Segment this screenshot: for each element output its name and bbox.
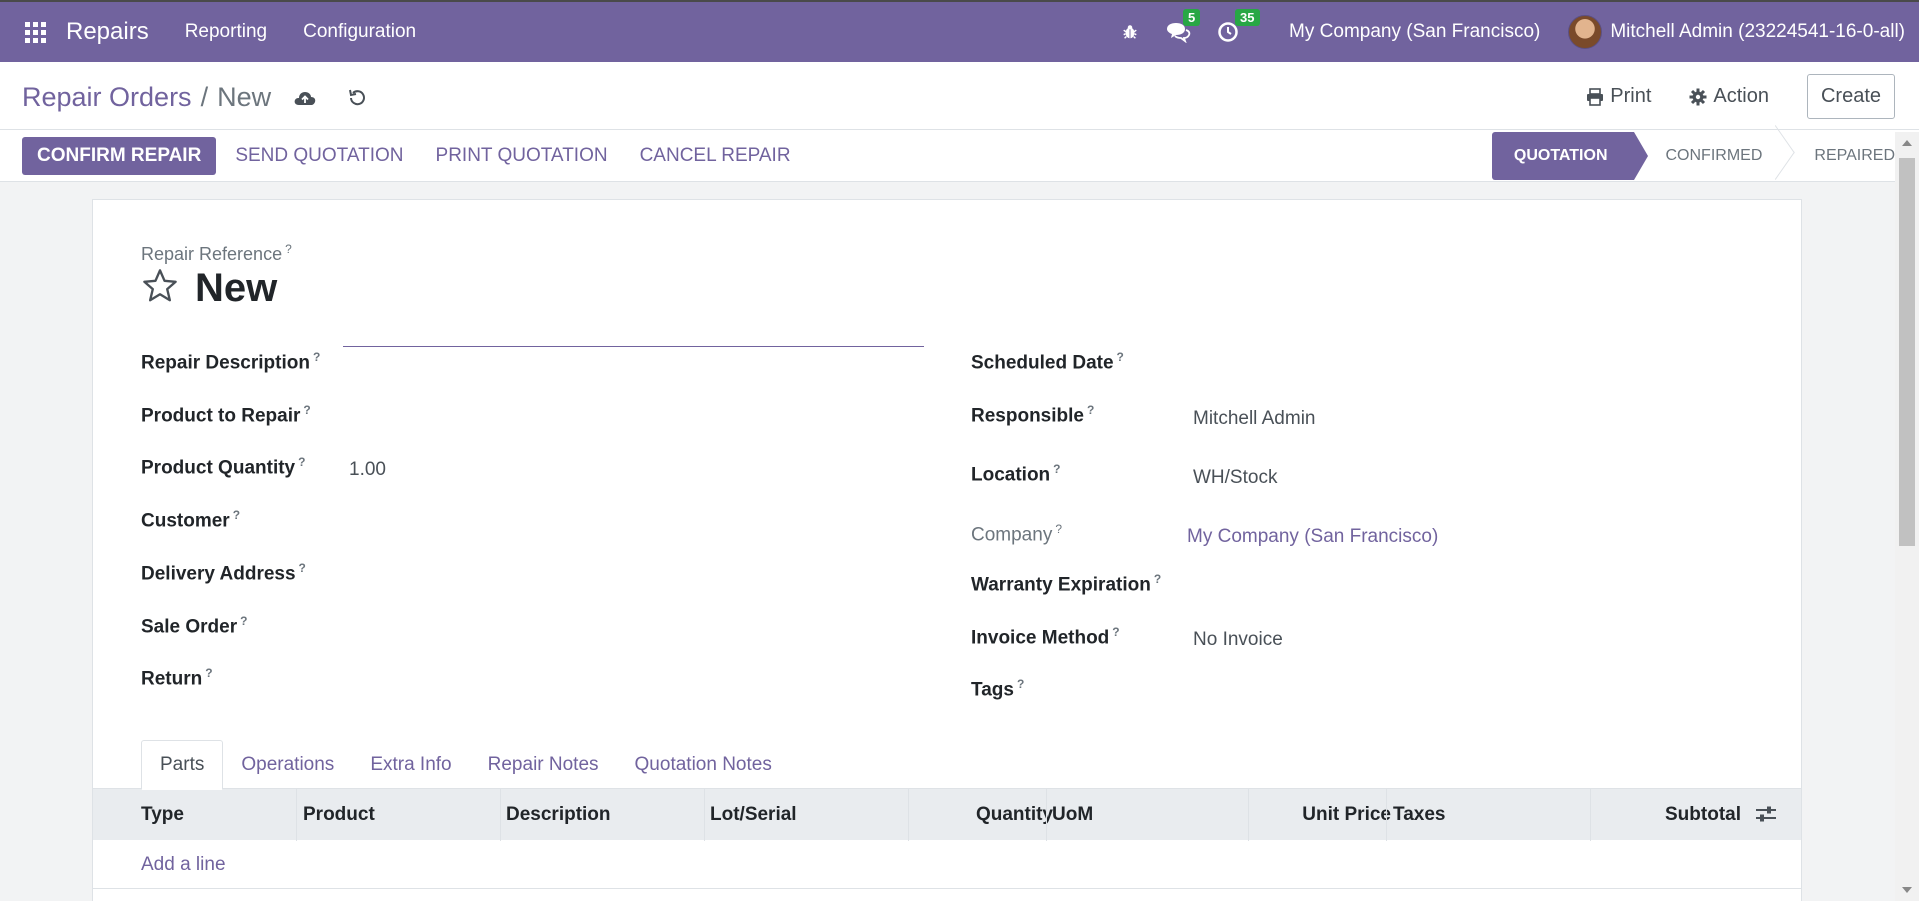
printer-icon xyxy=(1587,87,1604,106)
parts-table-header: Type Product Description Lot/Serial Quan… xyxy=(93,788,1801,841)
discard-undo-icon[interactable] xyxy=(347,88,367,108)
messages-chat-icon[interactable]: 5 xyxy=(1165,9,1201,43)
optional-columns-sliders-icon[interactable] xyxy=(1755,805,1777,828)
breadcrumb-separator: / xyxy=(200,82,209,112)
form-sheet: Repair Reference? New Repair Description… xyxy=(92,199,1802,901)
customer-input[interactable] xyxy=(343,501,924,531)
invoice-method-label: Invoice Method? xyxy=(971,625,1120,649)
user-avatar[interactable] xyxy=(1568,15,1603,49)
activities-badge: 35 xyxy=(1235,9,1260,26)
app-brand[interactable]: Repairs xyxy=(66,18,149,46)
print-quotation-button[interactable]: PRINT QUOTATION xyxy=(421,137,623,175)
page-scrollbar[interactable] xyxy=(1895,132,1919,901)
invoice-method-select[interactable]: No Invoice xyxy=(1193,629,1283,651)
product-to-repair-input[interactable] xyxy=(343,396,924,426)
user-menu[interactable]: Mitchell Admin (23224541-16-0-all) xyxy=(1610,21,1905,43)
scroll-down-arrow-icon[interactable] xyxy=(1902,887,1912,893)
scroll-up-arrow-icon[interactable] xyxy=(1902,140,1912,146)
add-a-line-link[interactable]: Add a line xyxy=(141,854,226,876)
activities-clock-icon[interactable]: 35 xyxy=(1217,9,1260,43)
column-unit-price[interactable]: Unit Price xyxy=(1302,804,1391,826)
product-quantity-label: Product Quantity? xyxy=(141,455,306,479)
messages-badge: 5 xyxy=(1183,9,1201,26)
sale-order-input[interactable] xyxy=(343,607,924,637)
tags-label: Tags? xyxy=(971,677,1025,701)
star-priority-icon[interactable] xyxy=(141,268,179,309)
confirm-repair-button[interactable]: CONFIRM REPAIR xyxy=(22,137,217,175)
print-menu-button[interactable]: Print xyxy=(1586,85,1651,108)
breadcrumb-repair-orders[interactable]: Repair Orders xyxy=(22,82,192,113)
control-panel: Repair Orders / New Print Action Create xyxy=(0,62,1919,130)
return-label: Return? xyxy=(141,666,213,690)
column-subtotal[interactable]: Subtotal xyxy=(1665,804,1741,826)
apps-menu-icon[interactable] xyxy=(0,2,70,62)
menu-reporting[interactable]: Reporting xyxy=(185,21,267,43)
company-switcher[interactable]: My Company (San Francisco) xyxy=(1289,21,1540,43)
tab-repair-notes[interactable]: Repair Notes xyxy=(470,740,617,790)
scrollbar-thumb[interactable] xyxy=(1899,158,1915,546)
notebook-tabs: Parts Operations Extra Info Repair Notes… xyxy=(141,740,790,790)
tab-parts[interactable]: Parts xyxy=(141,740,224,790)
stage-quotation[interactable]: QUOTATION xyxy=(1491,132,1648,180)
product-to-repair-label: Product to Repair? xyxy=(141,403,311,427)
customer-label: Customer? xyxy=(141,508,241,532)
breadcrumb: Repair Orders / New xyxy=(22,82,367,113)
column-type[interactable]: Type xyxy=(141,804,184,826)
scheduled-date-label: Scheduled Date? xyxy=(971,350,1124,374)
action-label: Action xyxy=(1713,85,1769,107)
column-description[interactable]: Description xyxy=(506,804,611,826)
responsible-input[interactable]: Mitchell Admin xyxy=(1193,408,1316,430)
top-navbar: Repairs Reporting Configuration 5 35 My … xyxy=(0,0,1919,62)
column-taxes[interactable]: Taxes xyxy=(1393,804,1445,826)
scheduled-date-input[interactable] xyxy=(1187,343,1747,373)
tab-operations[interactable]: Operations xyxy=(223,740,352,790)
form-statusbar: CONFIRM REPAIR SEND QUOTATION PRINT QUOT… xyxy=(0,130,1919,182)
product-quantity-input[interactable]: 1.00 xyxy=(349,459,386,481)
repair-description-input[interactable] xyxy=(343,317,924,347)
responsible-label: Responsible? xyxy=(971,403,1095,427)
return-input[interactable] xyxy=(343,659,924,689)
stage-pipeline: QUOTATION CONFIRMED REPAIRED xyxy=(1491,131,1895,181)
print-label: Print xyxy=(1610,85,1652,107)
column-product[interactable]: Product xyxy=(303,804,375,826)
tags-input[interactable] xyxy=(1187,670,1747,700)
repair-reference-label: Repair Reference? xyxy=(141,242,292,264)
location-label: Location? xyxy=(971,462,1061,486)
delivery-address-label: Delivery Address? xyxy=(141,561,306,585)
stage-repaired[interactable]: REPAIRED xyxy=(1784,132,1895,180)
warranty-expiration-label: Warranty Expiration? xyxy=(971,572,1162,596)
sale-order-label: Sale Order? xyxy=(141,614,248,638)
column-uom[interactable]: UoM xyxy=(1052,804,1093,826)
repair-description-label: Repair Description? xyxy=(141,350,321,374)
company-label: Company? xyxy=(971,522,1063,546)
tab-extra-info[interactable]: Extra Info xyxy=(352,740,469,790)
send-quotation-button[interactable]: SEND QUOTATION xyxy=(220,137,418,175)
company-link[interactable]: My Company (San Francisco) xyxy=(1187,526,1438,548)
stage-confirmed[interactable]: CONFIRMED xyxy=(1634,132,1785,180)
delivery-address-input[interactable] xyxy=(343,554,924,584)
save-cloud-icon[interactable] xyxy=(293,88,317,108)
column-lot-serial[interactable]: Lot/Serial xyxy=(710,804,797,826)
tab-quotation-notes[interactable]: Quotation Notes xyxy=(617,740,790,790)
table-divider xyxy=(93,888,1801,889)
cancel-repair-button[interactable]: CANCEL REPAIR xyxy=(625,137,806,175)
menu-configuration[interactable]: Configuration xyxy=(303,21,416,43)
gear-icon xyxy=(1689,88,1707,105)
action-menu-button[interactable]: Action xyxy=(1689,85,1769,108)
debug-bug-icon[interactable] xyxy=(1121,23,1139,41)
create-button[interactable]: Create xyxy=(1806,74,1895,119)
record-title: New xyxy=(195,266,278,310)
column-quantity[interactable]: Quantity xyxy=(976,804,1053,826)
warranty-expiration-input[interactable] xyxy=(1187,565,1747,595)
breadcrumb-current: New xyxy=(217,82,272,112)
location-input[interactable]: WH/Stock xyxy=(1193,467,1277,489)
